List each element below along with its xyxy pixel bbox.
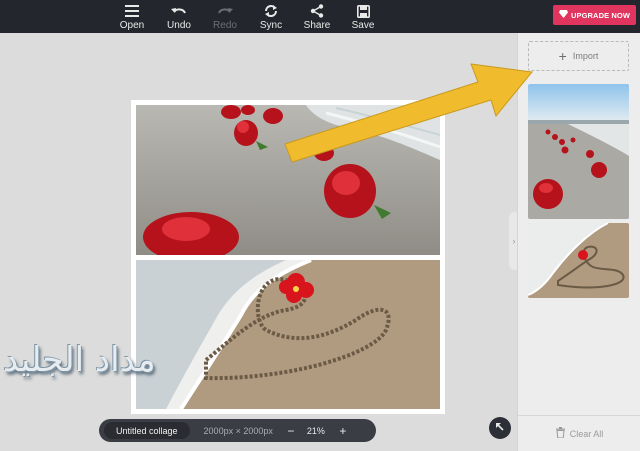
redo-icon — [217, 2, 233, 20]
undo-button[interactable]: Undo — [157, 0, 201, 33]
collage-photo-heart-sand[interactable] — [136, 260, 440, 409]
upgrade-label: UPGRADE NOW — [570, 10, 631, 20]
arrow-upleft-icon — [495, 419, 505, 437]
save-button[interactable]: Save — [341, 0, 385, 33]
plus-icon: + — [558, 48, 567, 64]
import-label: Import — [572, 51, 599, 61]
sync-button[interactable]: Sync — [249, 0, 293, 33]
share-button[interactable]: Share — [295, 0, 339, 33]
clear-all-button[interactable]: Clear All — [518, 415, 640, 451]
top-toolbar: Open Undo Redo Sync Share Save UPGRADE N… — [0, 0, 640, 33]
import-button[interactable]: + Import — [528, 41, 629, 71]
fit-to-screen-button[interactable] — [489, 417, 511, 439]
open-button[interactable]: Open — [110, 0, 154, 33]
menu-icon — [125, 2, 139, 20]
canvas-dimensions: 2000px × 2000px — [203, 425, 273, 436]
save-icon — [356, 2, 370, 20]
trash-icon — [555, 427, 565, 440]
collage-photo-roses-beach[interactable] — [136, 105, 440, 255]
watermark-text: مداد الجليد — [3, 340, 156, 380]
chevron-right-icon: › — [512, 236, 516, 246]
status-bar: Untitled collage 2000px × 2000px − 21% + — [99, 419, 376, 442]
collage-name-field[interactable]: Untitled collage — [104, 422, 190, 439]
sidebar-thumbnail-roses[interactable] — [528, 84, 629, 219]
redo-label: Redo — [213, 20, 237, 31]
zoom-level: 21% — [306, 425, 325, 436]
redo-button[interactable]: Redo — [203, 0, 247, 33]
zoom-out-button[interactable]: − — [285, 424, 297, 438]
zoom-in-button[interactable]: + — [337, 424, 349, 438]
sidebar-thumbnail-heart[interactable] — [528, 223, 629, 298]
share-label: Share — [303, 20, 331, 31]
collage-canvas[interactable] — [131, 100, 445, 414]
sync-icon — [264, 2, 278, 20]
clear-all-label: Clear All — [569, 428, 604, 439]
undo-label: Undo — [167, 20, 191, 31]
open-label: Open — [119, 20, 145, 31]
upgrade-now-button[interactable]: UPGRADE NOW — [553, 5, 636, 25]
diamond-icon — [558, 10, 568, 20]
photos-sidebar: + Import Clear All — [517, 33, 640, 451]
share-icon — [310, 2, 324, 20]
undo-icon — [171, 2, 187, 20]
sync-label: Sync — [259, 20, 283, 31]
save-label: Save — [351, 20, 375, 31]
